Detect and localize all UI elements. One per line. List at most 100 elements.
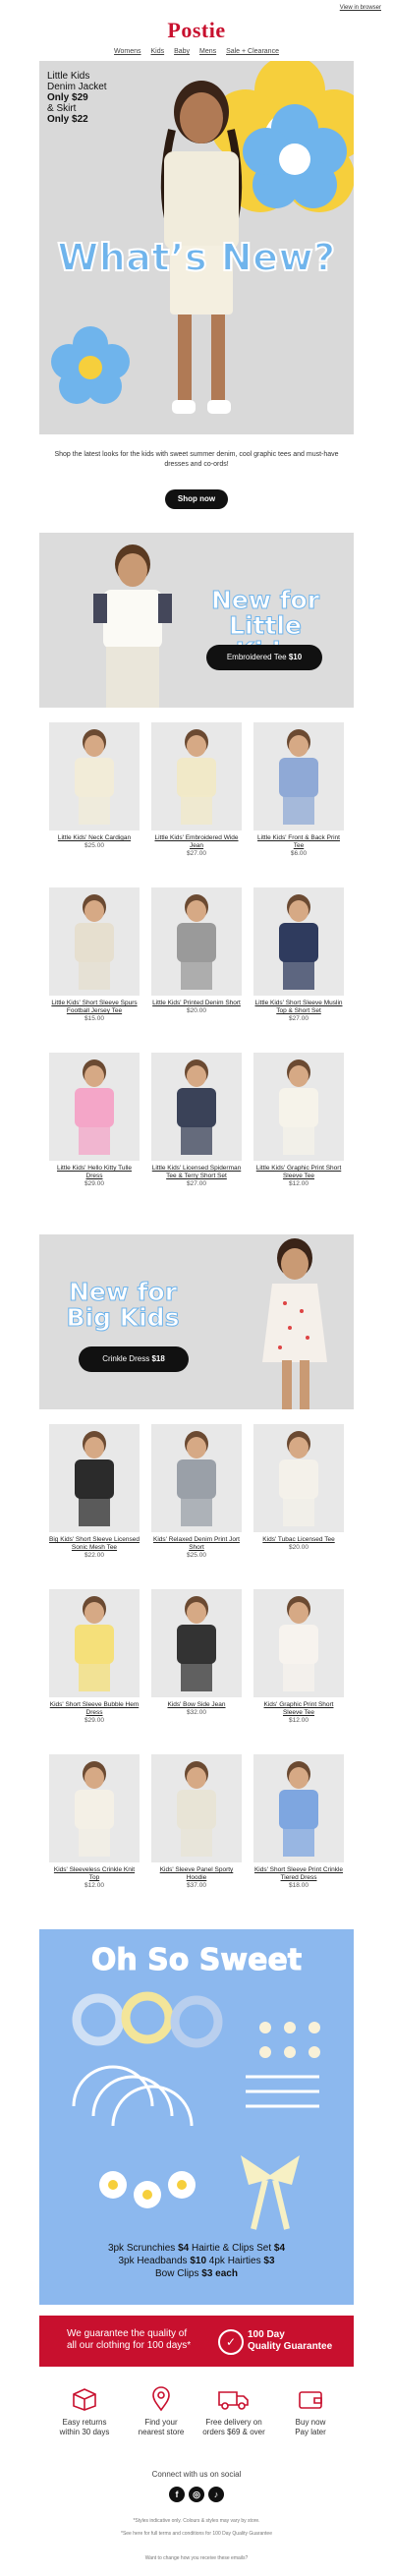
feature-easy-returns[interactable]: Easy returns within 30 days — [45, 2386, 124, 2437]
product-card[interactable]: Little Kids' Printed Denim Short $20.00 — [151, 887, 242, 1015]
product-image[interactable] — [49, 1754, 140, 1862]
product-name[interactable]: Kids' Bow Side Jean — [151, 1701, 242, 1709]
nav-womens[interactable]: Womens — [114, 48, 141, 55]
product-image[interactable] — [151, 1589, 242, 1697]
product-image[interactable] — [151, 1424, 242, 1532]
product-card[interactable]: Little Kids' Short Sleeve Spurs Football… — [49, 887, 140, 1023]
product-card[interactable]: Little Kids' Neck Cardigan $25.00 — [49, 722, 140, 850]
product-image[interactable] — [253, 887, 344, 996]
nav-kids[interactable]: Kids — [150, 48, 164, 55]
guarantee-badge-line-2: Quality Guarantee — [248, 2341, 333, 2352]
instagram-icon[interactable]: ◎ — [189, 2487, 204, 2502]
disclaimer-terms-link[interactable]: *See here for full terms and conditions … — [0, 2531, 393, 2537]
truck-icon — [218, 2391, 249, 2410]
product-card[interactable]: Kids' Short Sleeve Print Crinkle Tiered … — [253, 1754, 344, 1890]
wallet-icon — [299, 2391, 322, 2409]
hero-line-5: Only $22 — [47, 114, 88, 125]
crinkle-dress-pill[interactable]: Crinkle Dress $18 — [79, 1346, 189, 1372]
product-name[interactable]: Little Kids' Embroidered Wide Jean — [151, 834, 242, 850]
view-in-browser-link[interactable]: View in browser — [340, 5, 381, 11]
product-image[interactable] — [49, 722, 140, 830]
embroidered-tee-pill[interactable]: Embroidered Tee $10 — [206, 645, 322, 670]
product-name[interactable]: Big Kids' Short Sleeve Licensed Sonic Me… — [49, 1536, 140, 1552]
top-nav: Womens Kids Baby Mens Sale + Clearance — [0, 48, 393, 55]
product-image[interactable] — [151, 887, 242, 996]
product-card[interactable]: Kids' Tubac Licensed Tee $20.00 — [253, 1424, 344, 1552]
product-name[interactable]: Little Kids' Short Sleeve Muslin Top & S… — [253, 1000, 344, 1015]
product-image[interactable] — [151, 1053, 242, 1161]
product-price: $18.00 — [289, 1882, 309, 1889]
tiktok-icon[interactable]: ♪ — [208, 2487, 224, 2502]
little-kids-banner[interactable]: New for Little Kids Embroidered Tee $10 — [39, 533, 354, 708]
product-image[interactable] — [253, 1053, 344, 1161]
map-pin-icon — [152, 2386, 170, 2412]
product-card[interactable]: Kids' Graphic Print Short Sleeve Tee $12.… — [253, 1589, 344, 1725]
feature-free-delivery[interactable]: Free delivery on orders $69 & over — [195, 2386, 273, 2437]
product-image[interactable] — [151, 1754, 242, 1862]
product-image[interactable] — [253, 722, 344, 830]
intro-text: Shop the latest looks for the kids with … — [54, 451, 339, 468]
nav-baby[interactable]: Baby — [174, 48, 190, 55]
feature-easy-returns-line-2: within 30 days — [59, 2428, 110, 2436]
hairtie-clips-label: Hairtie & Clips Set — [192, 2243, 272, 2254]
feature-buy-now-pay-later[interactable]: Buy now Pay later — [271, 2386, 350, 2437]
product-card[interactable]: Kids' Short Sleeve Bubble Hem Dress $29.0… — [49, 1589, 140, 1725]
product-name[interactable]: Little Kids' Front & Back Print Tee — [253, 834, 344, 850]
product-card[interactable]: Little Kids' Licensed Spiderman Tee & Te… — [151, 1053, 242, 1188]
quality-guarantee-banner[interactable]: We guarantee the quality of all our clot… — [39, 2316, 354, 2367]
hairties-price: $3 — [263, 2256, 275, 2266]
product-image[interactable] — [253, 1754, 344, 1862]
nav-mens[interactable]: Mens — [199, 48, 216, 55]
little-kids-model-image — [93, 544, 172, 708]
product-name[interactable]: Little Kids' Hello Kitty Tulle Dress — [49, 1165, 140, 1180]
postie-logo[interactable]: Postie — [0, 18, 393, 43]
product-price: $6.00 — [290, 850, 308, 857]
embroidered-tee-price: $10 — [288, 653, 303, 661]
product-image[interactable] — [49, 1424, 140, 1532]
product-card[interactable]: Kids' Sleeveless Crinkle Knit Top $12.00 — [49, 1754, 140, 1890]
embroidered-tee-label: Embroidered Tee — [226, 653, 287, 661]
product-card[interactable]: Little Kids' Short Sleeve Muslin Top & S… — [253, 887, 344, 1023]
product-name[interactable]: Little Kids' Neck Cardigan — [49, 834, 140, 842]
product-name[interactable]: Kids' Relaxed Denim Print Jort Short — [151, 1536, 242, 1552]
product-image[interactable] — [49, 1589, 140, 1697]
product-name[interactable]: Kids' Short Sleeve Print Crinkle Tiered … — [253, 1866, 344, 1882]
shop-now-button[interactable]: Shop now — [165, 489, 228, 509]
scrunchies-label: 3pk Scrunchies — [107, 2243, 176, 2254]
facebook-icon[interactable]: f — [169, 2487, 185, 2502]
product-name[interactable]: Little Kids' Printed Denim Short — [151, 1000, 242, 1007]
hero-line-4: & Skirt — [47, 103, 77, 114]
nav-sale[interactable]: Sale + Clearance — [226, 48, 279, 55]
product-name[interactable]: Kids' Graphic Print Short Sleeve Tee — [253, 1701, 344, 1717]
product-card[interactable]: Little Kids' Graphic Print Short Sleeve … — [253, 1053, 344, 1188]
crinkle-dress-label: Crinkle Dress — [102, 1354, 150, 1363]
hero-banner[interactable]: Little Kids Denim Jacket Only $29 & Skir… — [39, 61, 354, 434]
product-name[interactable]: Little Kids' Short Sleeve Spurs Football… — [49, 1000, 140, 1015]
product-card[interactable]: Kids' Sleeve Panel Sporty Hoodie $37.00 — [151, 1754, 242, 1890]
product-card[interactable]: Little Kids' Front & Back Print Tee $6.00 — [253, 722, 344, 858]
guarantee-text: We guarantee the quality of all our clot… — [67, 2328, 191, 2352]
oh-so-sweet-banner[interactable]: Oh So Sweet 3pk Scrunchies $4 Hairtie & … — [39, 1929, 354, 2305]
product-image[interactable] — [253, 1589, 344, 1697]
feature-find-store[interactable]: Find your nearest store — [122, 2386, 200, 2437]
product-card[interactable]: Kids' Bow Side Jean $32.00 — [151, 1589, 242, 1717]
product-card[interactable]: Big Kids' Short Sleeve Licensed Sonic Me… — [49, 1424, 140, 1560]
product-image[interactable] — [253, 1424, 344, 1532]
product-name[interactable]: Kids' Sleeve Panel Sporty Hoodie — [151, 1866, 242, 1882]
email-preferences-link[interactable]: Want to change how you receive these ema… — [0, 2555, 393, 2561]
product-name[interactable]: Little Kids' Graphic Print Short Sleeve … — [253, 1165, 344, 1180]
product-card[interactable]: Kids' Relaxed Denim Print Jort Short $25.… — [151, 1424, 242, 1560]
product-card[interactable]: Little Kids' Hello Kitty Tulle Dress $29.… — [49, 1053, 140, 1188]
product-card[interactable]: Little Kids' Embroidered Wide Jean $27.00 — [151, 722, 242, 858]
product-image[interactable] — [151, 722, 242, 830]
big-kids-title: New for Big Kids — [59, 1279, 187, 1331]
product-name[interactable]: Kids' Tubac Licensed Tee — [253, 1536, 344, 1544]
product-name[interactable]: Kids' Sleeveless Crinkle Knit Top — [49, 1866, 140, 1882]
product-name[interactable]: Kids' Short Sleeve Bubble Hem Dress — [49, 1701, 140, 1717]
product-image[interactable] — [49, 1053, 140, 1161]
big-kids-banner[interactable]: New for Big Kids Crinkle Dress $18 — [39, 1234, 354, 1409]
feature-free-delivery-line-1: Free delivery on — [205, 2418, 262, 2427]
product-price: $15.00 — [84, 1015, 104, 1022]
product-image[interactable] — [49, 887, 140, 996]
product-name[interactable]: Little Kids' Licensed Spiderman Tee & Te… — [151, 1165, 242, 1180]
